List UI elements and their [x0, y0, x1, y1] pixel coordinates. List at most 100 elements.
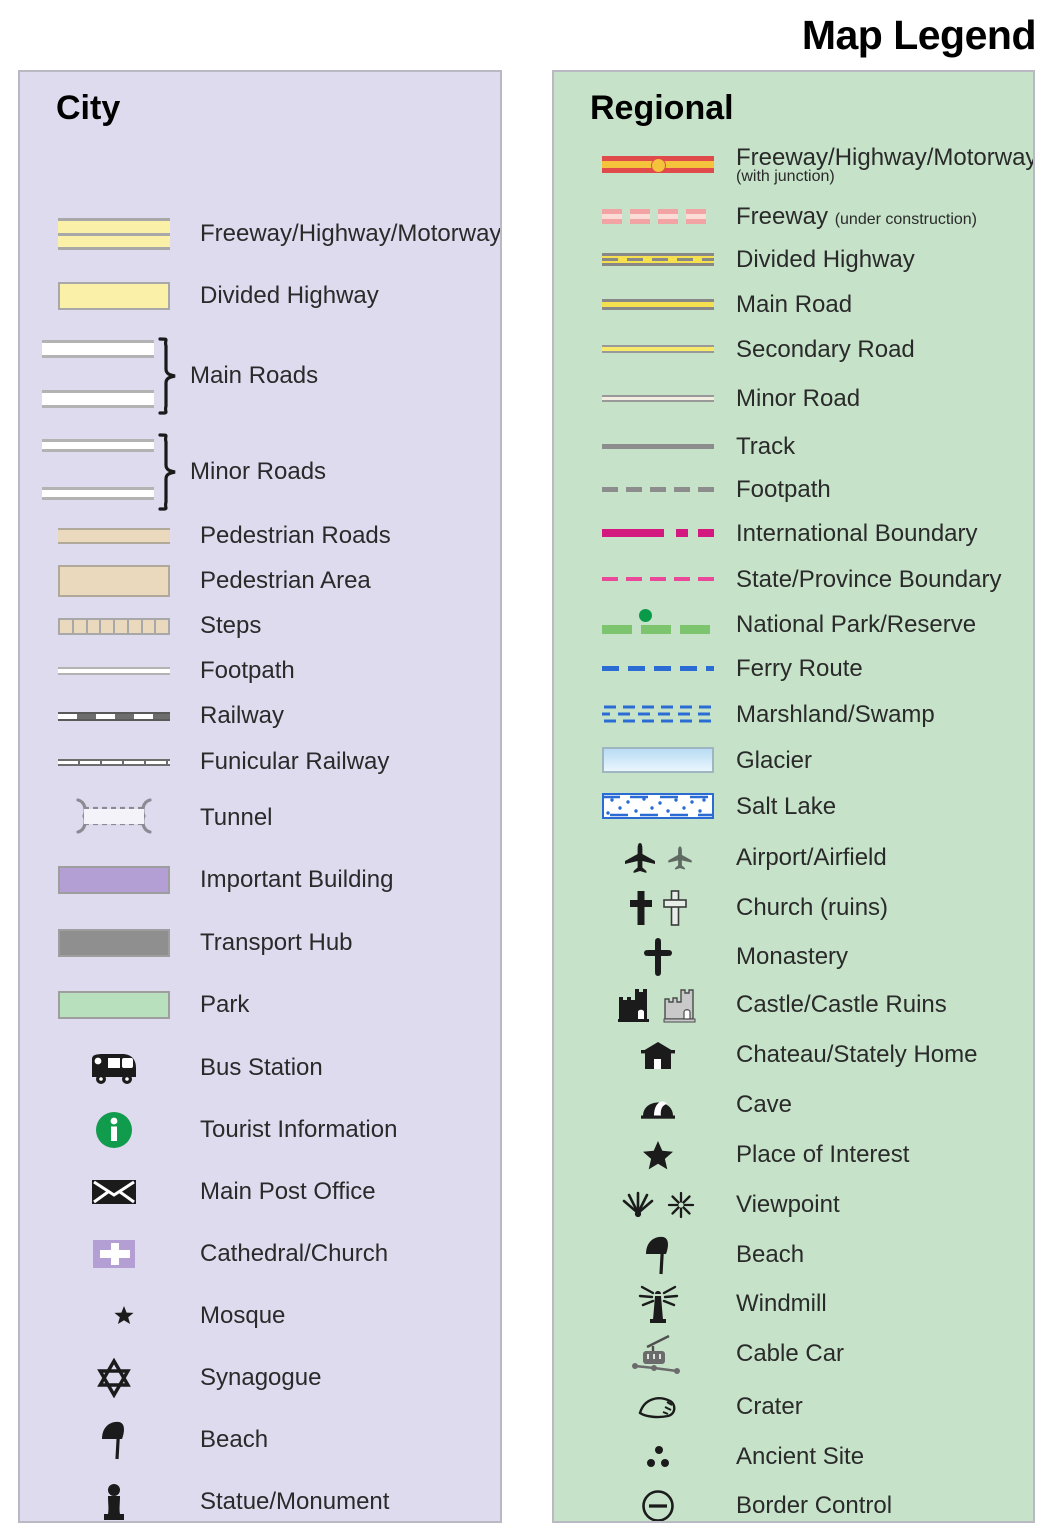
star-icon [602, 1133, 714, 1177]
list-item[interactable]: Main Roads [20, 334, 500, 418]
list-item[interactable]: Border Control [554, 1483, 1033, 1521]
list-item-sublabel: (with junction) [736, 167, 835, 185]
city-park-symbol [58, 983, 170, 1027]
list-item[interactable]: Tourist Information [20, 1106, 500, 1154]
list-item[interactable]: Tunnel [20, 794, 500, 842]
list-item[interactable]: Steps [20, 604, 500, 648]
regional-national-park-symbol [602, 603, 714, 647]
list-item-label: Salt Lake [736, 793, 837, 821]
list-item[interactable]: Railway [20, 694, 500, 738]
list-item[interactable]: Monastery [554, 934, 1033, 980]
list-item[interactable]: Divided Highway [20, 274, 500, 318]
list-item[interactable]: Funicular Railway [20, 740, 500, 784]
list-item-label: National Park/Reserve [736, 611, 977, 639]
list-item[interactable]: Main Road [554, 285, 1033, 325]
list-item[interactable]: Divided Highway [554, 240, 1033, 280]
star-and-crescent-icon [58, 1292, 170, 1340]
list-item-label: Freeway (under construction) [736, 204, 977, 229]
list-item-label: Minor Road [736, 385, 861, 413]
list-item[interactable]: Airport/Airfield [554, 835, 1033, 881]
list-item[interactable]: Pedestrian Area [20, 559, 500, 603]
list-item-label: Place of Interest [736, 1141, 910, 1169]
list-item[interactable]: Bus Station [20, 1044, 500, 1092]
regional-glacier-symbol [602, 740, 714, 782]
list-item[interactable]: Footpath [554, 470, 1033, 510]
list-item[interactable]: Beach [20, 1416, 500, 1464]
list-item[interactable]: Freeway/Highway/Motorway (with junction) [554, 140, 1033, 190]
list-item-label: Glacier [736, 747, 813, 775]
list-item[interactable]: Track [554, 427, 1033, 467]
regional-international-boundary-symbol [602, 514, 714, 554]
list-item[interactable]: Transport Hub [20, 921, 500, 965]
chateau-icon [602, 1033, 714, 1077]
list-item[interactable]: Mosque [20, 1292, 500, 1340]
list-item[interactable]: Synagogue [20, 1354, 500, 1402]
regional-minor-road-symbol [602, 379, 714, 419]
list-item[interactable]: Church (ruins) [554, 885, 1033, 931]
list-item-label: Railway [200, 702, 285, 730]
regional-legend-panel: Regional Freeway/Highway/Motorway (with … [552, 70, 1035, 1523]
list-item[interactable]: Windmill [554, 1281, 1033, 1327]
list-item[interactable]: National Park/Reserve [554, 603, 1033, 647]
bus-icon [58, 1044, 170, 1092]
crater-icon [602, 1385, 714, 1429]
regional-freeway-junction-symbol [602, 145, 714, 185]
list-item[interactable]: Place of Interest [554, 1132, 1033, 1178]
list-item-label: Bus Station [200, 1054, 323, 1082]
list-item-label: Ferry Route [736, 655, 863, 683]
list-item[interactable]: Cable Car [554, 1331, 1033, 1377]
list-item-label: Track [736, 433, 796, 461]
city-railway-symbol [58, 694, 170, 738]
list-item[interactable]: International Boundary [554, 514, 1033, 554]
list-item-label: Footpath [736, 476, 831, 504]
list-item-label: Ancient Site [736, 1443, 865, 1471]
list-item-label: State/Province Boundary [736, 566, 1002, 594]
list-item[interactable]: Freeway/Highway/Motorway [20, 212, 500, 256]
list-item[interactable]: State/Province Boundary [554, 560, 1033, 600]
list-item[interactable]: Statue/Monument [20, 1478, 500, 1521]
city-panel-title: City [56, 89, 121, 127]
list-item[interactable]: Cave [554, 1082, 1033, 1128]
list-item[interactable]: Salt Lake [554, 786, 1033, 828]
list-item-label: Crater [736, 1393, 803, 1421]
list-item-label: Main Road [736, 291, 853, 319]
list-item-label: Synagogue [200, 1364, 322, 1392]
list-item[interactable]: Ancient Site [554, 1434, 1033, 1480]
envelope-icon [58, 1168, 170, 1216]
list-item[interactable]: Pedestrian Roads [20, 514, 500, 558]
regional-footpath-symbol [602, 470, 714, 510]
list-item[interactable]: Cathedral/Church [20, 1230, 500, 1278]
list-item[interactable]: Footpath [20, 649, 500, 693]
list-item-label: Freeway/Highway/Motorway (with junction) [736, 144, 1033, 186]
list-item[interactable]: Beach [554, 1232, 1033, 1278]
list-item-label: Divided Highway [200, 282, 379, 310]
city-footpath-symbol [58, 649, 170, 693]
list-item[interactable]: Freeway (under construction) [554, 197, 1033, 237]
beach-umbrella-icon [602, 1233, 714, 1277]
list-item[interactable]: Glacier [554, 740, 1033, 782]
list-item[interactable]: Castle/Castle Ruins [554, 982, 1033, 1028]
list-item[interactable]: Secondary Road [554, 330, 1033, 370]
page-title: Map Legend [801, 12, 1037, 58]
list-item-label: Park [200, 991, 250, 1019]
list-item-label: Church (ruins) [736, 894, 889, 922]
list-item[interactable]: Park [20, 983, 500, 1027]
list-item[interactable]: Minor Roads [20, 430, 500, 514]
cross-pair-icon [602, 886, 714, 930]
list-item[interactable]: Important Building [20, 858, 500, 902]
star-of-david-icon [58, 1354, 170, 1402]
list-item[interactable]: Ferry Route [554, 649, 1033, 689]
list-item[interactable]: Crater [554, 1384, 1033, 1430]
castle-icon [618, 989, 649, 1022]
list-item-label: Chateau/Stately Home [736, 1041, 978, 1069]
list-item[interactable]: Minor Road [554, 379, 1033, 419]
list-item-label-main: Freeway [736, 203, 829, 231]
list-item-label: Cable Car [736, 1340, 845, 1368]
list-item[interactable]: Chateau/Stately Home [554, 1032, 1033, 1078]
ornate-cross-icon [602, 935, 714, 979]
main-roads-brace-icon [158, 336, 184, 416]
list-item[interactable]: Viewpoint [554, 1182, 1033, 1228]
list-item[interactable]: Main Post Office [20, 1168, 500, 1216]
regional-salt-lake-symbol [602, 786, 714, 828]
list-item[interactable]: Marshland/Swamp [554, 694, 1033, 736]
